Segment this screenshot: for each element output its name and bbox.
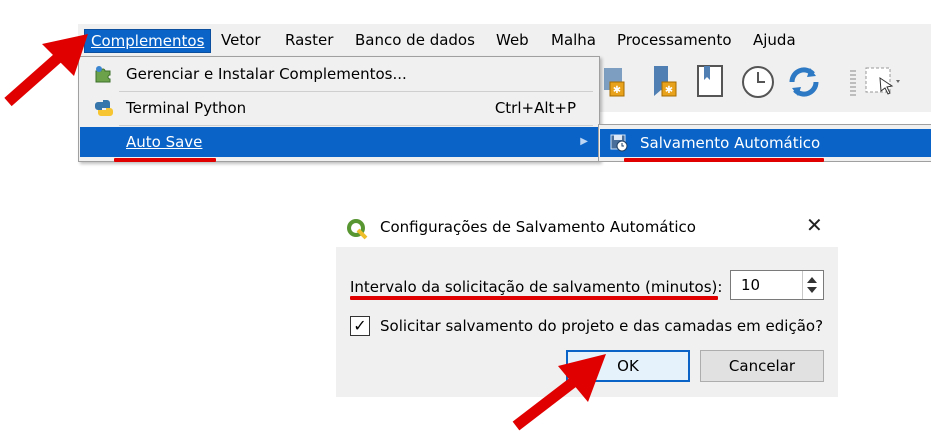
- clock-icon[interactable]: [738, 62, 778, 102]
- menu-gerenciar-complementos[interactable]: Gerenciar e Instalar Complementos...: [80, 59, 598, 89]
- menu-separator: [119, 91, 593, 92]
- spin-buttons[interactable]: [802, 271, 823, 299]
- menu-raster[interactable]: Raster: [282, 29, 336, 51]
- puzzle-icon: [95, 66, 111, 83]
- python-icon: [95, 100, 113, 116]
- menu-complementos[interactable]: Complementos: [84, 29, 212, 53]
- menu-separator: [119, 125, 593, 126]
- toolbar-separator: [850, 70, 856, 96]
- annotation-underline: [624, 158, 824, 162]
- save-project-checkbox[interactable]: ✓: [350, 316, 370, 336]
- svg-text:✱: ✱: [613, 85, 621, 96]
- save-timer-icon: [610, 134, 628, 152]
- menu-vetor[interactable]: Vetor: [218, 29, 264, 51]
- cancel-button[interactable]: Cancelar: [700, 350, 824, 382]
- complementos-dropdown: Gerenciar e Instalar Complementos... Ter…: [78, 56, 600, 162]
- annotation-arrow: [512, 354, 606, 431]
- bookmark-icon[interactable]: ✱: [648, 62, 688, 102]
- menu-banco-de-dados[interactable]: Banco de dados: [352, 29, 478, 51]
- menu-auto-save[interactable]: Auto Save ▶: [80, 127, 598, 157]
- menu-malha[interactable]: Malha: [548, 29, 599, 51]
- refresh-icon[interactable]: [784, 62, 824, 102]
- select-features-icon[interactable]: [862, 62, 902, 102]
- interval-spinbox[interactable]: 10: [730, 270, 824, 300]
- annotation-underline: [114, 158, 216, 162]
- interval-value[interactable]: 10: [741, 276, 760, 294]
- map-book-icon[interactable]: [692, 62, 732, 102]
- menu-salvamento-automatico[interactable]: Salvamento Automático: [600, 129, 931, 157]
- dialog-title: Configurações de Salvamento Automático: [380, 218, 696, 236]
- annotation-underline: [350, 296, 718, 300]
- submenu-arrow-icon: ▶: [580, 136, 588, 147]
- save-project-label: Solicitar salvamento do projeto e das ca…: [380, 317, 824, 335]
- annotation-arrow: [4, 34, 88, 107]
- svg-text:✱: ✱: [665, 85, 673, 96]
- spin-up-icon[interactable]: [807, 277, 817, 283]
- menu-bar: Complementos Vetor Raster Banco de dados…: [78, 24, 931, 57]
- menu-terminal-python[interactable]: Terminal Python Ctrl+Alt+P: [80, 93, 598, 123]
- interval-label: Intervalo da solicitação de salvamento (…: [350, 278, 723, 296]
- add-layer-icon[interactable]: ✱: [600, 62, 640, 102]
- qgis-logo-icon: [347, 219, 368, 240]
- auto-save-submenu: Salvamento Automático: [598, 124, 931, 162]
- menu-processamento[interactable]: Processamento: [614, 29, 735, 51]
- spin-down-icon[interactable]: [807, 287, 817, 293]
- menu-web[interactable]: Web: [493, 29, 532, 51]
- dialog-titlebar: Configurações de Salvamento Automático ✕: [336, 207, 838, 247]
- menu-ajuda[interactable]: Ajuda: [750, 29, 799, 51]
- close-icon[interactable]: ✕: [806, 213, 823, 237]
